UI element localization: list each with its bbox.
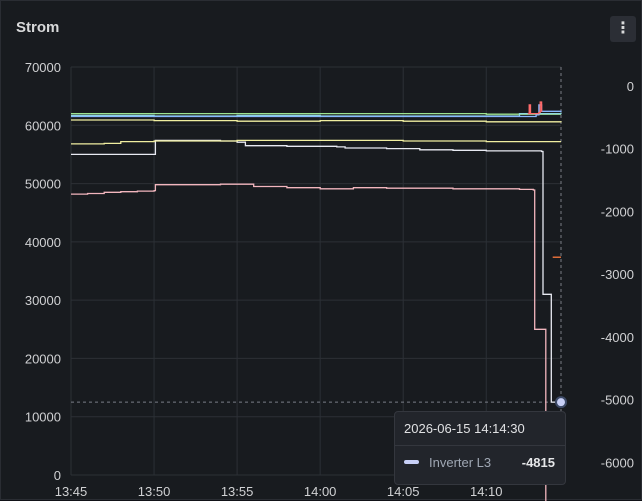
- y-left-tick-label: 70000: [25, 60, 61, 75]
- x-tick-label: 13:50: [138, 484, 171, 499]
- hover-point: [555, 396, 567, 409]
- y-right-tick-label: -6000: [601, 455, 634, 470]
- x-tick-label: 13:55: [221, 484, 254, 499]
- series-line-4: [71, 112, 561, 115]
- series-line-3: [71, 119, 562, 123]
- y-left-tick-label: 30000: [25, 293, 61, 308]
- y-left-tick-label: 50000: [25, 177, 61, 192]
- x-tick-label: 14:10: [470, 484, 503, 499]
- hover-tooltip: 2026-06-15 14:14:30 Inverter L3 -4815: [394, 411, 566, 485]
- y-left-tick-label: 0: [54, 468, 61, 483]
- tooltip-divider: [395, 445, 565, 446]
- tooltip-series-name: Inverter L3: [429, 455, 492, 470]
- x-tick-label: 14:05: [387, 484, 420, 499]
- series-line-2: [71, 139, 561, 145]
- y-right-tick-label: -2000: [601, 204, 634, 219]
- y-right-tick-label: 0: [627, 79, 634, 94]
- x-tick-label: 14:00: [304, 484, 337, 499]
- series-line-1: [71, 139, 561, 403]
- tooltip-series-swatch: [404, 460, 419, 464]
- tooltip-time: 2026-06-15 14:14:30: [404, 421, 525, 436]
- tooltip-series-value: -4815: [521, 455, 555, 470]
- y-right-tick-label: -3000: [601, 267, 634, 282]
- y-left-tick-label: 40000: [25, 235, 61, 250]
- y-right-tick-label: -1000: [601, 142, 634, 157]
- y-right-tick-label: -5000: [601, 393, 634, 408]
- x-tick-label: 13:45: [55, 484, 88, 499]
- y-left-tick-label: 10000: [25, 410, 61, 425]
- y-left-tick-label: 20000: [25, 351, 61, 366]
- y-left-tick-label: 60000: [25, 118, 61, 133]
- chart-panel: Strom ⋮ 0 10000 20000 30000 40000 50000 60000 7…: [0, 0, 642, 501]
- y-right-tick-label: -4000: [601, 330, 634, 345]
